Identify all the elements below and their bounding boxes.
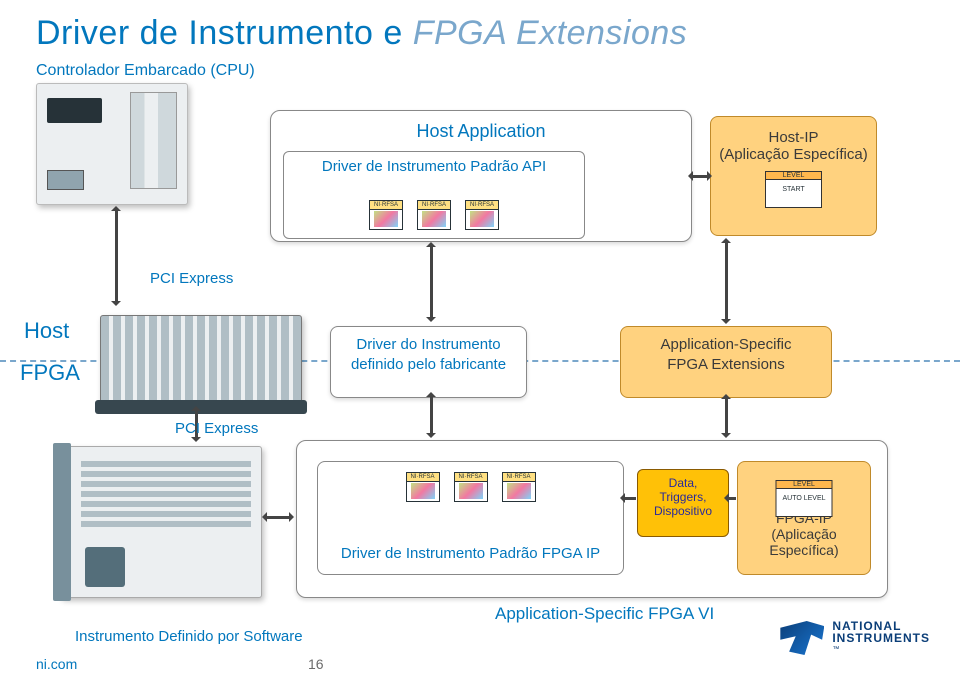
fpga-vi-panel: Driver de Instrumento Padrão FPGA IP Dat… [296, 440, 888, 598]
nirfsa-icon [465, 200, 499, 230]
fpga-ip-box: AUTO LEVEL FPGA-IP (Aplicação Específica… [737, 461, 871, 575]
host-ip-line1: Host-IP [711, 129, 876, 146]
nirfsa-icon [406, 472, 440, 502]
arrow-data-to-fpgaip [728, 497, 736, 500]
nirfsa-icon [417, 200, 451, 230]
driver-api-box: Driver de Instrumento Padrão API [283, 151, 585, 239]
app-specific-extensions-box: Application-Specific FPGA Extensions [620, 326, 832, 398]
page-number: 16 [308, 656, 324, 672]
arrow-api-to-driver [430, 246, 433, 318]
extensions-line2: FPGA Extensions [621, 355, 831, 375]
app-specific-fpga-vi-label: Application-Specific FPGA VI [495, 604, 714, 624]
level-icon: AUTO LEVEL [776, 480, 833, 517]
pci-express-label: PCI Express [150, 270, 233, 287]
host-application-panel: Host Application Driver de Instrumento P… [270, 110, 692, 242]
nirfsa-icon [369, 200, 403, 230]
fpga-ip-driver-label: Driver de Instrumento Padrão FPGA IP [318, 545, 623, 562]
vendor-driver-line1: Driver do Instrumento [331, 335, 526, 355]
arrow-ipbox-to-data [624, 497, 636, 500]
extensions-line1: Application-Specific [621, 335, 831, 355]
fpga-card-illustration [60, 446, 262, 598]
arrow-cpu-to-chassis [115, 210, 118, 302]
nirfsa-icon [454, 472, 488, 502]
pxi-chassis-illustration [100, 315, 302, 405]
driver-api-label: Driver de Instrumento Padrão API [322, 158, 546, 175]
footer-site: ni.com [36, 656, 77, 672]
ni-eagle-icon [780, 621, 824, 655]
slide-title: Driver de Instrumento e FPGA Extensions [36, 14, 687, 53]
ni-logo-text: NATIONAL INSTRUMENTS ™ [832, 620, 930, 656]
cpu-board-illustration [36, 83, 188, 205]
host-application-title: Host Application [271, 121, 691, 142]
arrow-card-to-panel [266, 516, 290, 519]
data-triggers-box: Data, Triggers, Dispositivo [637, 469, 729, 537]
national-instruments-logo: NATIONAL INSTRUMENTS ™ [780, 620, 930, 656]
pci-express-label-2: PCI Express [175, 420, 258, 437]
host-ip-box: Host-IP (Aplicação Específica) START [710, 116, 877, 236]
level-icon: START [765, 171, 822, 208]
software-defined-instrument-label: Instrumento Definido por Software [75, 628, 303, 645]
host-side-label: Host [24, 318, 69, 344]
arrow-hostip-to-extensions [725, 242, 728, 320]
vendor-driver-line2: definido pelo fabricante [331, 355, 526, 375]
fpga-ip-driver-box: Driver de Instrumento Padrão FPGA IP [317, 461, 624, 575]
fpga-side-label: FPGA [20, 360, 80, 386]
host-ip-line2: (Aplicação Específica) [711, 146, 876, 163]
api-icon-row [284, 200, 584, 230]
title-part-b: FPGA Extensions [413, 14, 688, 52]
cpu-caption: Controlador Embarcado (CPU) [36, 62, 255, 80]
arrow-api-to-hostip [692, 175, 708, 178]
title-part-a: Driver de Instrumento e [36, 14, 413, 52]
fpga-ip-line2: (Aplicação Específica) [738, 526, 870, 558]
arrow-extensions-to-fpga [725, 398, 728, 434]
nirfsa-icon [502, 472, 536, 502]
arrow-driver-to-fpgaip [430, 396, 433, 434]
